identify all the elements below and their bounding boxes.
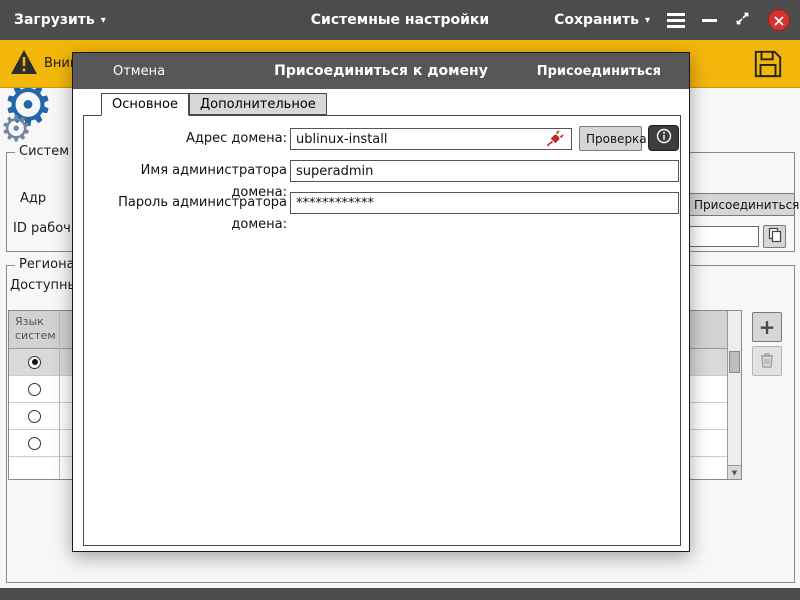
domain-address-label: Адрес домена: bbox=[84, 128, 287, 150]
join-domain-button[interactable]: Присоединиться bbox=[687, 193, 795, 216]
copy-button[interactable] bbox=[763, 225, 786, 248]
bottom-bar bbox=[0, 588, 800, 600]
add-language-button[interactable]: + bbox=[752, 312, 782, 342]
system-settings-screen: Загрузить ▾ Системные настройки Сохранит… bbox=[0, 0, 800, 600]
info-icon bbox=[656, 128, 672, 148]
save-menu-button[interactable]: Сохранить ▾ bbox=[554, 12, 650, 28]
workstation-id-input[interactable] bbox=[689, 226, 759, 247]
system-group-label: Систем bbox=[15, 144, 73, 159]
close-button[interactable] bbox=[768, 9, 790, 31]
dialog-panel: Адрес домена: Проверка Имя администратор… bbox=[83, 115, 681, 546]
radio-unselected[interactable] bbox=[28, 437, 41, 450]
join-domain-dialog: Отмена Присоединиться к домену Присоедин… bbox=[72, 52, 690, 552]
workstation-id-label: ID рабоч bbox=[13, 221, 71, 236]
admin-name-input[interactable] bbox=[290, 160, 679, 182]
chevron-down-icon: ▾ bbox=[101, 15, 106, 26]
table-scrollbar[interactable]: ▼ bbox=[727, 311, 741, 479]
load-menu-button[interactable]: Загрузить ▾ bbox=[14, 12, 106, 28]
expand-icon[interactable] bbox=[734, 10, 751, 31]
chevron-down-icon: ▾ bbox=[645, 15, 650, 26]
topbar: Загрузить ▾ Системные настройки Сохранит… bbox=[0, 0, 800, 40]
disconnected-plug-icon bbox=[546, 130, 564, 152]
dialog-header: Отмена Присоединиться к домену Присоедин… bbox=[73, 53, 689, 89]
radio-unselected[interactable] bbox=[28, 410, 41, 423]
minimize-icon[interactable] bbox=[702, 19, 717, 22]
close-icon bbox=[774, 11, 784, 30]
radio-unselected[interactable] bbox=[28, 383, 41, 396]
domain-address-input[interactable] bbox=[290, 128, 572, 150]
trash-icon bbox=[760, 352, 774, 371]
save-floppy-icon[interactable] bbox=[753, 49, 783, 83]
dialog-tabs: Основное Дополнительное bbox=[101, 93, 327, 116]
scrollbar-down-arrow[interactable]: ▼ bbox=[728, 465, 741, 479]
tab-main[interactable]: Основное bbox=[101, 93, 189, 116]
gear-icon: ⚙ bbox=[0, 112, 32, 148]
plus-icon: + bbox=[759, 317, 776, 337]
hamburger-menu-icon[interactable] bbox=[667, 13, 685, 28]
join-button[interactable]: Присоединиться bbox=[537, 64, 661, 79]
column-divider bbox=[59, 311, 60, 479]
admin-password-input[interactable] bbox=[290, 192, 679, 214]
info-button[interactable] bbox=[648, 125, 679, 151]
tab-additional[interactable]: Дополнительное bbox=[189, 93, 327, 115]
scrollbar-thumb[interactable] bbox=[729, 351, 740, 373]
delete-language-button[interactable] bbox=[752, 346, 782, 376]
warning-icon bbox=[10, 49, 38, 79]
domain-address-label: Адр bbox=[20, 191, 46, 206]
load-menu-label: Загрузить bbox=[14, 12, 95, 28]
admin-password-label: Пароль администратора домена: bbox=[84, 192, 287, 236]
save-menu-label: Сохранить bbox=[554, 12, 639, 28]
radio-selected[interactable] bbox=[28, 356, 41, 369]
topbar-controls: Сохранить ▾ bbox=[554, 9, 790, 31]
available-languages-label: Доступны bbox=[10, 278, 78, 293]
check-button[interactable]: Проверка bbox=[579, 126, 642, 151]
cancel-button[interactable]: Отмена bbox=[113, 64, 165, 79]
copy-icon bbox=[767, 232, 783, 246]
